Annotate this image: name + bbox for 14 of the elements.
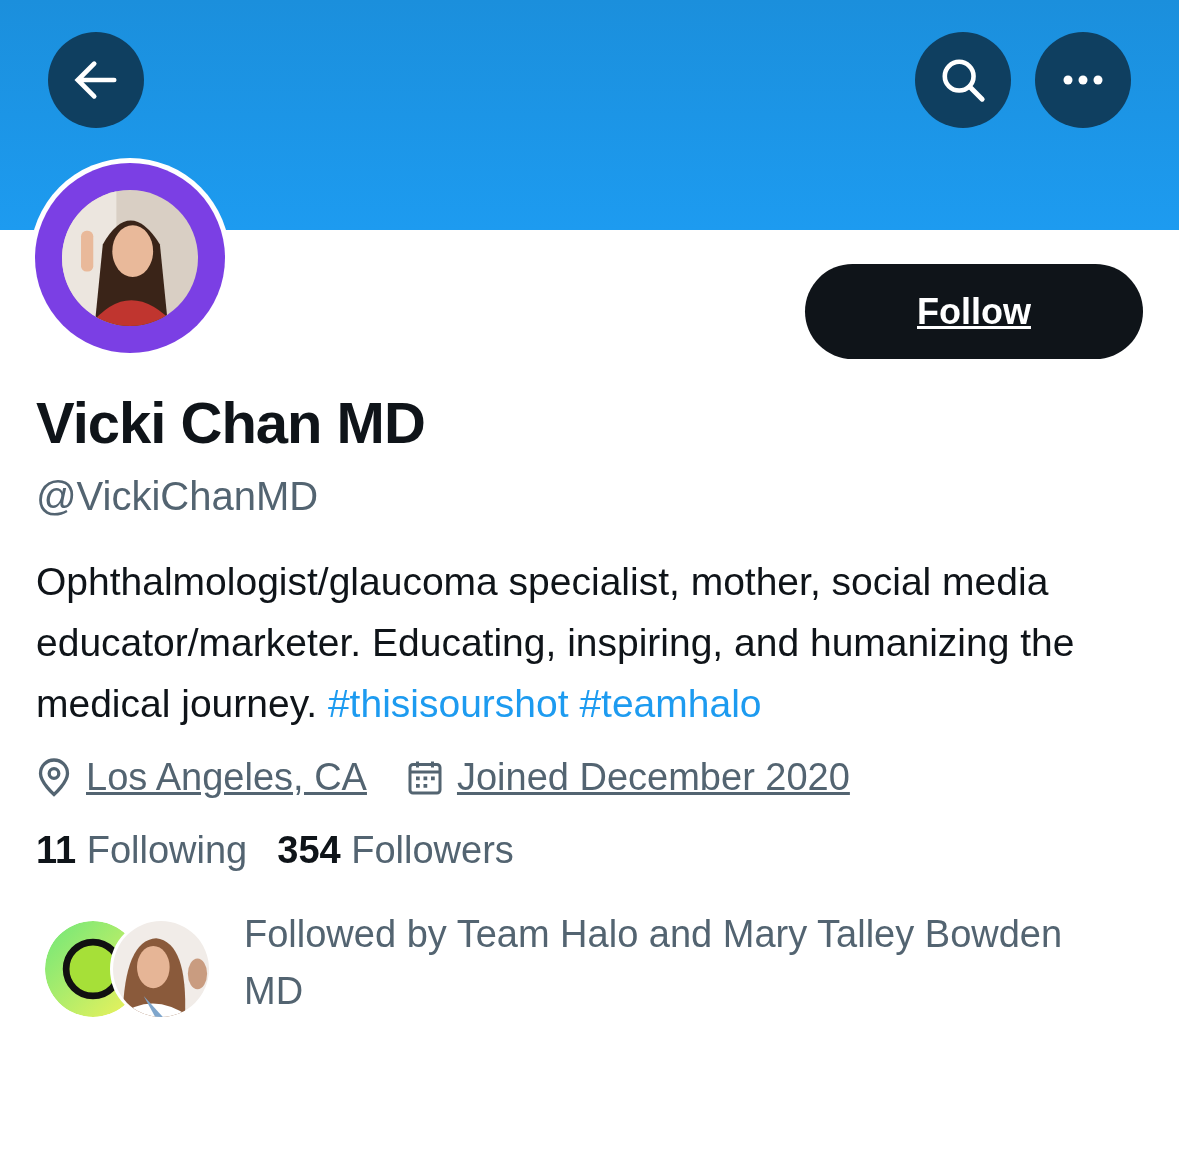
back-arrow-icon — [74, 60, 118, 100]
location-pin-icon — [36, 757, 72, 798]
follow-button[interactable]: Follow — [805, 264, 1143, 359]
joined-date-link[interactable]: Joined December 2020 — [456, 756, 850, 799]
profile-name: Vicki Chan MD — [36, 389, 426, 456]
follow-count-link[interactable]: 354 Followers — [277, 829, 514, 872]
location-link[interactable]: Los Angeles, CA — [86, 756, 367, 799]
calendar-icon — [406, 759, 443, 796]
profile-bio: Ophthalmologist/glaucoma specialist, mother, social media educator/marketer. Educating, inspiring, and humanizing the medical journey. #thisisourshot #teamhalo — [36, 559, 1076, 727]
more-icon — [1062, 75, 1104, 85]
profile-handle: @VickiChanMD — [36, 474, 320, 519]
follow-count-link[interactable]: 11 Following — [36, 829, 248, 872]
search-icon — [940, 57, 986, 103]
followed-by-text[interactable]: Followed by Team Halo and Mary Talley Bowden MD — [244, 906, 1124, 1020]
